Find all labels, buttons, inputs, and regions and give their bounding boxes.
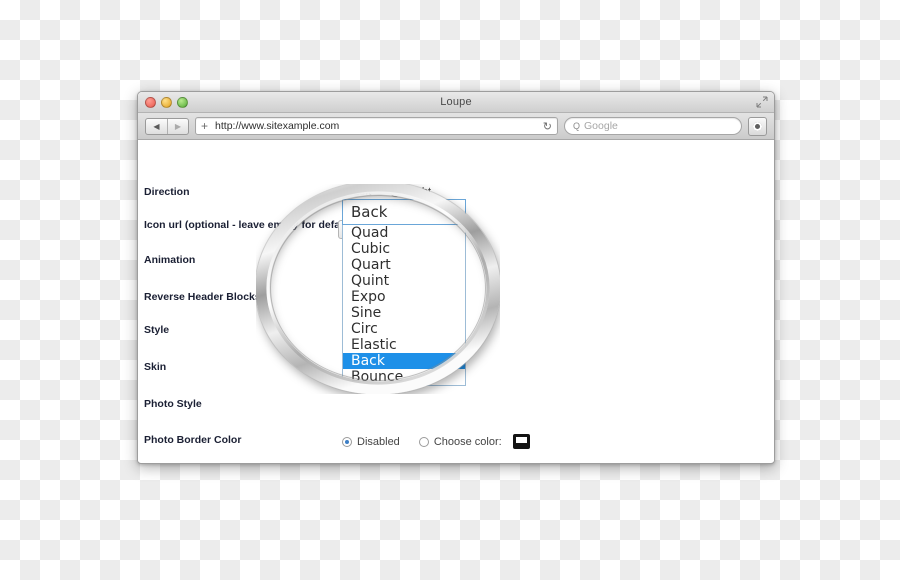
nav-button-group: ◀ ▶: [145, 117, 189, 135]
dropdown-option[interactable]: Cubic: [343, 241, 465, 257]
form-row-photo-style: Photo Style: [138, 398, 774, 411]
back-button[interactable]: ◀: [146, 119, 167, 134]
window-titlebar: Loupe: [138, 92, 774, 113]
dropdown-option[interactable]: Quart: [343, 257, 465, 273]
search-field[interactable]: Q Google: [564, 117, 742, 135]
toolbar-extra-button[interactable]: [748, 116, 767, 136]
label-skin: Skin: [144, 361, 167, 373]
url-text: http://www.sitexample.com: [215, 120, 340, 132]
form-row-direction: Direction Left Right: [138, 186, 774, 199]
radio-border-disabled-label: Disabled: [357, 435, 400, 448]
dropdown-option[interactable]: Expo: [343, 289, 465, 305]
dropdown-option[interactable]: Sine: [343, 305, 465, 321]
dropdown-option[interactable]: Quint: [343, 273, 465, 289]
radio-left-label: Left: [353, 186, 372, 198]
dropdown-option[interactable]: Quad: [343, 225, 465, 241]
expand-arrows-icon[interactable]: [756, 96, 768, 108]
animation-dropdown[interactable]: Back Quad Cubic Quart Quint Expo Sine Ci…: [342, 199, 466, 386]
search-placeholder: Google: [584, 120, 618, 132]
dropdown-option[interactable]: Bounce: [343, 369, 465, 385]
color-swatch-button[interactable]: [512, 434, 530, 449]
animation-dropdown-list: Quad Cubic Quart Quint Expo Sine Circ El…: [342, 225, 466, 386]
traffic-lights: [145, 96, 188, 108]
label-direction: Direction: [144, 186, 190, 198]
color-swatch-icon: [515, 437, 527, 446]
label-style: Style: [144, 324, 170, 336]
dropdown-option[interactable]: Circ: [343, 321, 465, 337]
form-row-photo-border-color: Photo Border Color Disabled Choose color…: [138, 434, 774, 449]
radio-right[interactable]: [390, 187, 401, 197]
label-reverse-header-blocks: Reverse Header Blocks: [144, 291, 261, 303]
dropdown-option-selected[interactable]: Back: [343, 353, 465, 369]
close-light[interactable]: [145, 96, 156, 108]
forward-button[interactable]: ▶: [167, 118, 188, 134]
address-bar[interactable]: + http://www.sitexample.com ↻: [195, 117, 558, 135]
dropdown-option[interactable]: Elastic: [343, 337, 465, 353]
search-icon: Q: [573, 121, 581, 131]
radio-border-disabled[interactable]: [342, 436, 352, 447]
minimize-light[interactable]: [161, 96, 172, 108]
animation-dropdown-field[interactable]: Back: [342, 199, 466, 225]
radio-choose-color-label: Choose color:: [433, 435, 502, 448]
label-photo-style: Photo Style: [144, 398, 202, 410]
direction-radio-group: Left Right: [338, 186, 774, 198]
photo-border-radio-group: Disabled Choose color:: [342, 434, 774, 449]
radio-choose-color[interactable]: [418, 436, 429, 447]
record-dot-icon: [753, 121, 762, 131]
screenshot-canvas: Loupe ◀ ▶ + http://www.sitexample.com ↻ …: [0, 0, 900, 580]
window-title: Loupe: [440, 96, 472, 108]
radio-right-label: Right: [405, 186, 432, 198]
reload-icon[interactable]: ↻: [543, 120, 552, 133]
label-photo-border-color: Photo Border Color: [144, 434, 242, 446]
radio-left[interactable]: [338, 187, 348, 197]
zoom-light[interactable]: [177, 96, 188, 108]
label-animation: Animation: [144, 254, 196, 266]
label-icon-url: Icon url (optional - leave empty for def…: [144, 219, 357, 231]
browser-toolbar: ◀ ▶ + http://www.sitexample.com ↻ Q Goog…: [138, 113, 774, 140]
add-bookmark-icon[interactable]: +: [201, 120, 208, 132]
